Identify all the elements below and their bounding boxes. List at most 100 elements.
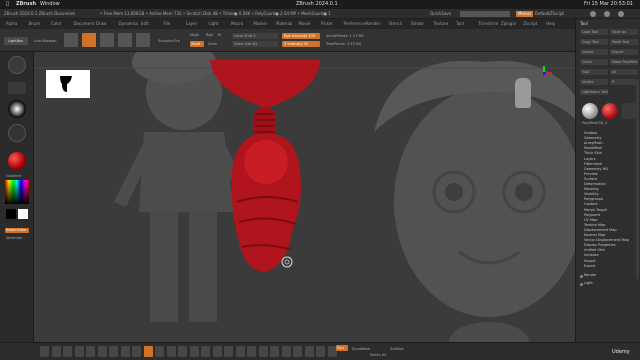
tool-subpalette-masking[interactable]: Masking <box>584 187 598 191</box>
menu-marker[interactable]: Marker <box>254 19 268 29</box>
rgb-button[interactable]: Rgb <box>206 33 213 37</box>
scale-button[interactable] <box>118 33 132 47</box>
tool-subpalette-deformation[interactable]: Deformation <box>584 182 606 186</box>
texture-icon[interactable] <box>8 124 26 142</box>
tool-subpalette-uv-map[interactable]: UV Map <box>584 218 597 222</box>
menu-macro[interactable]: Macro <box>231 19 243 29</box>
see-through-slider[interactable] <box>460 11 510 17</box>
default-zscript-button[interactable]: DefaultZScript <box>535 9 564 19</box>
menu-draw[interactable]: Draw <box>96 19 106 29</box>
menu-zscript[interactable]: Zscript <box>524 19 538 29</box>
tool-subpalette-surface[interactable]: Surface <box>584 177 597 181</box>
bottom-brush-icon[interactable] <box>132 346 141 357</box>
menu-stroke[interactable]: Stroke <box>411 19 424 29</box>
bottom-brush-icon[interactable] <box>166 346 176 357</box>
bottom-brush-icon[interactable] <box>51 346 61 357</box>
tool-subpalette-thick-skin[interactable]: Thick Skin <box>584 151 602 155</box>
tool-subpalette-visibility[interactable]: Visibility <box>584 192 599 196</box>
bottom-brush-icon[interactable] <box>143 346 153 357</box>
menu-dynamics[interactable]: Dynamics <box>119 19 139 29</box>
app-menu-zbrush[interactable]: ZBrush <box>16 0 36 9</box>
menu-alpha[interactable]: Alpha <box>6 19 17 29</box>
menu-edit[interactable]: Edit <box>141 19 149 29</box>
bottom-brush-icon[interactable] <box>304 346 314 357</box>
menu-material[interactable]: Material <box>276 19 292 29</box>
menu-movie[interactable]: Movie <box>299 19 311 29</box>
bottom-brush-icon[interactable] <box>189 346 199 357</box>
tool-subpalette-normal-map[interactable]: Normal Map <box>584 233 605 237</box>
dynamesh-button[interactable]: DynaMesh <box>352 347 370 351</box>
tool-subpalette-preview[interactable]: Preview <box>584 172 598 176</box>
menu-texture[interactable]: Texture <box>434 19 449 29</box>
draw-button[interactable] <box>82 33 96 47</box>
tool-button-copy-tool[interactable]: Copy Tool <box>580 39 608 45</box>
render-subpalette[interactable]: Render <box>584 273 596 277</box>
bottom-brush-icon[interactable] <box>178 346 187 357</box>
bottom-brush-icon[interactable] <box>258 346 268 357</box>
live-boolean-button[interactable]: Live Boolean <box>34 39 56 43</box>
tool-subpalette-subtool[interactable]: Subtool <box>584 131 597 135</box>
viewport-canvas[interactable] <box>34 52 575 342</box>
alpha-icon[interactable] <box>8 100 26 118</box>
tool-subpalette-layers[interactable]: Layers <box>584 157 596 161</box>
brush-standard-icon[interactable] <box>8 56 26 74</box>
navigation-head-icon[interactable] <box>515 78 531 108</box>
settings-icon[interactable] <box>618 11 624 17</box>
menu-tool[interactable]: Tool <box>456 19 464 29</box>
tool-subpalette-vector-displacement-map[interactable]: Vector Displacement Map <box>584 238 629 242</box>
tool-subpalette-polypaint[interactable]: Polypaint <box>584 213 600 217</box>
tool-button-clone[interactable]: Clone <box>580 59 608 65</box>
move-button[interactable] <box>100 33 114 47</box>
tool-button-import[interactable]: Import <box>580 49 608 55</box>
m-button[interactable]: M <box>218 33 221 37</box>
main-color-swatch[interactable] <box>6 209 16 219</box>
tool-subpalette-texture-map[interactable]: Texture Map <box>584 223 605 227</box>
polymesh-thumbnail-icon[interactable] <box>602 103 618 119</box>
secondary-color-swatch[interactable] <box>18 209 28 219</box>
bottom-brush-icon[interactable] <box>97 346 107 357</box>
bottom-brush-icon[interactable] <box>270 346 279 357</box>
tool-button-all[interactable]: All <box>610 69 638 75</box>
tool-button-export[interactable]: Export <box>610 49 638 55</box>
menu-transform[interactable]: Transform <box>479 19 499 29</box>
tool-subpalette-display-properties[interactable]: Display Properties <box>584 243 616 247</box>
help-icon[interactable] <box>590 11 596 17</box>
menus-button[interactable]: Menus <box>516 11 534 17</box>
menu-light[interactable]: Light <box>209 19 219 29</box>
menu-window[interactable]: Window <box>40 0 60 9</box>
bottom-brush-icon[interactable] <box>201 346 210 357</box>
tool-thumbnail-extra-icon[interactable] <box>622 103 636 119</box>
tool-subpalette-contact[interactable]: Contact <box>584 202 598 206</box>
bottom-brush-icon[interactable] <box>40 346 49 357</box>
gradient-label[interactable]: Gradient <box>6 174 21 178</box>
tool-subpalette-morph-target[interactable]: Morph Target <box>584 208 607 212</box>
tool-subpalette-geometry-hd[interactable]: Geometry HD <box>584 167 608 171</box>
zsub-button[interactable]: Zsub <box>208 42 217 46</box>
menu-color[interactable]: Color <box>51 19 61 29</box>
tool-subpalette-displacement-map[interactable]: Displacement Map <box>584 228 617 232</box>
tool-button-make-polymesh3d[interactable]: Make PolyMesh3D <box>610 59 638 65</box>
bottom-brush-icon[interactable] <box>235 346 245 357</box>
tool-button-lightbox-tools[interactable]: Lightbox ▸ Tools <box>580 89 608 95</box>
bottom-brush-icon[interactable] <box>293 346 302 357</box>
tool-subpalette-unified-skin[interactable]: Unified Skin <box>584 248 605 252</box>
tool-button-paste-tool[interactable]: Paste Tool <box>610 39 638 45</box>
stroke-dots-icon[interactable] <box>8 82 26 94</box>
tool-button-load-tool[interactable]: Load Tool <box>580 29 608 35</box>
menu-brush[interactable]: Brush <box>29 19 41 29</box>
material-sphere-icon[interactable] <box>8 152 26 170</box>
bottom-brush-icon[interactable] <box>63 346 72 357</box>
layout-icon[interactable] <box>604 11 610 17</box>
silhouette-thumbnail-icon[interactable] <box>46 70 90 98</box>
tool-button-visible[interactable]: Visible <box>580 79 608 85</box>
tool-subpalette-polygroups[interactable]: Polygroups <box>584 197 603 201</box>
bottom-brush-icon[interactable] <box>247 346 256 357</box>
tool-subpalette-initialize[interactable]: Initialize <box>584 253 599 257</box>
menu-layer[interactable]: Layer <box>186 19 197 29</box>
tool-subpalette-arraymesh[interactable]: ArrayMesh <box>584 141 603 145</box>
bottom-brush-icon[interactable] <box>74 346 84 357</box>
menu-preferences[interactable]: Preferences <box>344 19 368 29</box>
bottom-brush-icon[interactable] <box>86 346 95 357</box>
tool-button-save-as[interactable]: Save As <box>610 29 638 35</box>
quicksave-button[interactable]: QuickSave <box>430 9 451 19</box>
